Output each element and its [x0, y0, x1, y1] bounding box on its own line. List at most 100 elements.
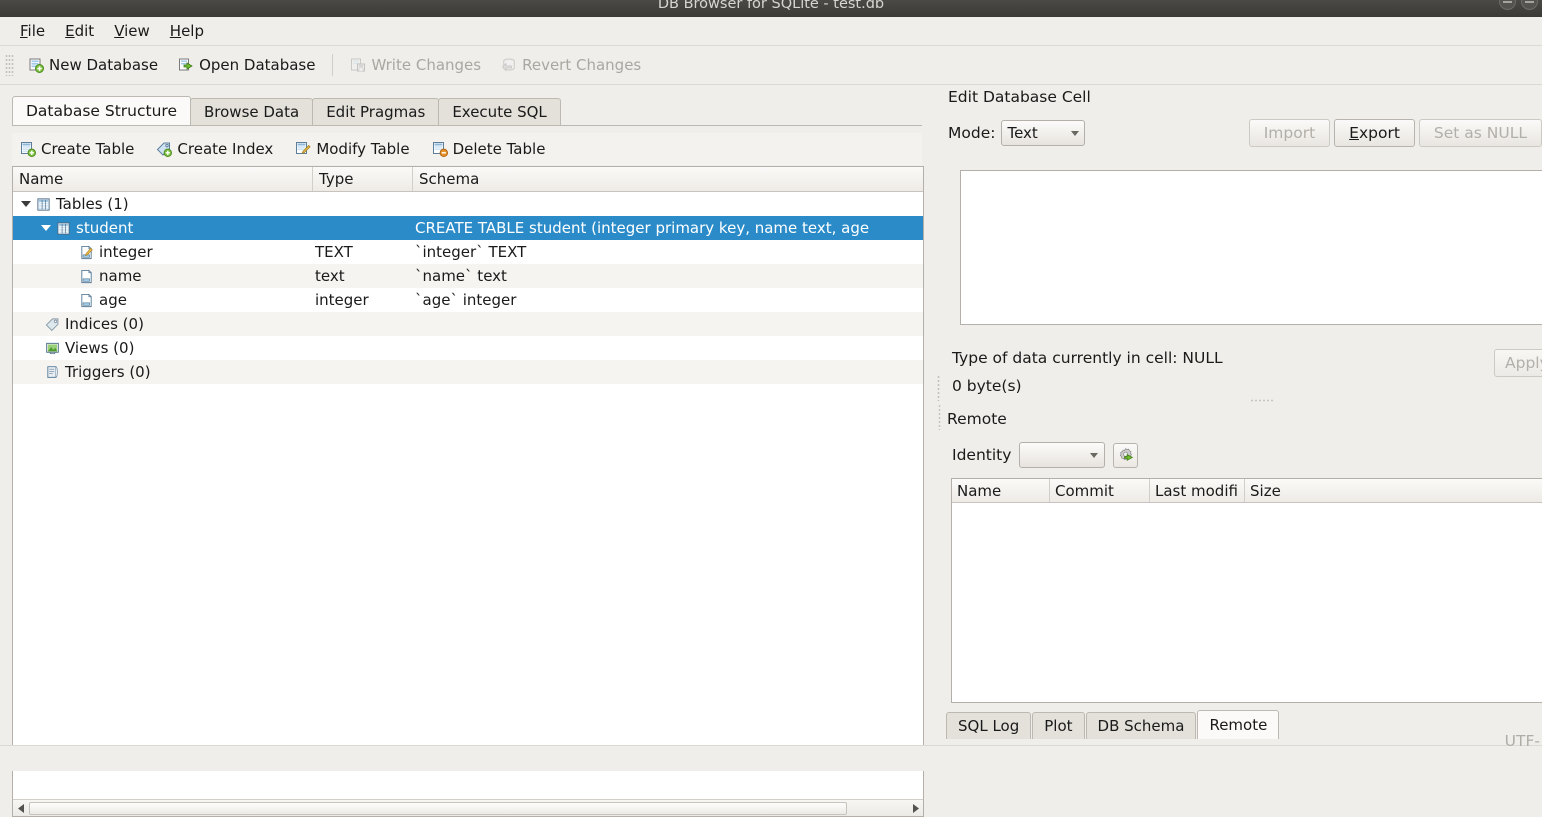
tree-cell-name: Indices (0): [13, 315, 313, 333]
tree-column-name[interactable]: Name: [13, 167, 313, 191]
tree-column-type[interactable]: Type: [313, 167, 413, 191]
table-row[interactable]: name text `name` text: [13, 264, 923, 288]
toolbar-separator: [332, 54, 333, 76]
chevron-down-icon[interactable]: [21, 201, 31, 207]
delete-table-button[interactable]: Delete Table: [424, 137, 554, 161]
title-bar: DB Browser for SQLite - test.db: [0, 0, 1542, 17]
table-row[interactable]: student CREATE TABLE student (integer pr…: [13, 216, 923, 240]
tree-cell-type: text: [313, 267, 413, 285]
tab-execute-sql[interactable]: Execute SQL: [438, 98, 560, 125]
menu-help[interactable]: Help: [160, 19, 214, 43]
import-label: Import: [1264, 124, 1315, 142]
tab-database-structure[interactable]: Database Structure: [12, 96, 191, 125]
cell-action-buttons: Import Export Set as NULL: [1249, 119, 1542, 147]
bottom-tab-db-schema-label: DB Schema: [1098, 717, 1185, 735]
chevron-down-icon: [1071, 131, 1079, 136]
horizontal-splitter-grip[interactable]: [1250, 399, 1274, 402]
tree-cell-name: age: [13, 291, 313, 309]
menu-view[interactable]: View: [104, 19, 160, 43]
menu-file[interactable]: File: [10, 19, 55, 43]
tab-browse-data[interactable]: Browse Data: [190, 98, 313, 125]
tree-horizontal-scrollbar[interactable]: [13, 799, 923, 816]
table-row[interactable]: Views (0): [13, 336, 923, 360]
maximize-icon[interactable]: [1521, 0, 1538, 10]
new-database-label: New Database: [49, 56, 158, 74]
delete-table-icon: [432, 141, 448, 157]
export-button[interactable]: Export: [1334, 119, 1415, 147]
bottom-tab-plot[interactable]: Plot: [1032, 712, 1084, 739]
database-structure-tree[interactable]: Name Type Schema: [12, 166, 924, 817]
bottom-tab-remote[interactable]: Remote: [1197, 710, 1279, 739]
edit-database-cell-title: Edit Database Cell: [948, 88, 1091, 106]
table-row[interactable]: age integer `age` integer: [13, 288, 923, 312]
tab-browse-data-label: Browse Data: [204, 103, 299, 121]
scroll-left-icon[interactable]: [13, 800, 29, 816]
write-changes-icon: [350, 57, 366, 73]
scrollbar-thumb[interactable]: [29, 802, 847, 815]
modify-table-button[interactable]: Modify Table: [287, 137, 417, 161]
table-icon: [56, 221, 71, 236]
menu-bar: File Edit View Help: [0, 17, 1542, 46]
remote-column-commit[interactable]: Commit: [1050, 479, 1150, 502]
cell-size-label: 0 byte(s): [952, 372, 1223, 400]
create-table-icon: [20, 141, 36, 157]
table-row[interactable]: integer TEXT `integer` TEXT: [13, 240, 923, 264]
remote-column-name[interactable]: Name: [952, 479, 1050, 502]
remote-column-size[interactable]: Size: [1245, 479, 1542, 502]
bottom-tab-remote-label: Remote: [1209, 716, 1267, 734]
scroll-right-icon[interactable]: [907, 800, 923, 816]
apply-button[interactable]: Apply: [1494, 349, 1542, 377]
remote-column-last-modified[interactable]: Last modifi: [1150, 479, 1245, 502]
tab-underline: [12, 125, 922, 126]
create-table-button[interactable]: Create Table: [12, 137, 142, 161]
cell-type-label: Type of data currently in cell: NULL: [952, 344, 1223, 372]
import-button[interactable]: Import: [1249, 119, 1330, 147]
window-controls[interactable]: [1499, 0, 1538, 10]
tree-column-schema[interactable]: Schema: [413, 167, 923, 191]
write-changes-button[interactable]: Write Changes: [340, 53, 491, 77]
refresh-remote-button[interactable]: [1113, 443, 1138, 468]
tree-node-label: student: [76, 219, 133, 237]
table-row[interactable]: Triggers (0): [13, 360, 923, 384]
bottom-tab-plot-label: Plot: [1044, 717, 1072, 735]
tab-database-structure-label: Database Structure: [26, 102, 177, 120]
modify-table-icon: [295, 141, 311, 157]
table-row[interactable]: Indices (0): [13, 312, 923, 336]
scrollbar-track[interactable]: [29, 801, 907, 816]
minimize-icon[interactable]: [1499, 0, 1516, 10]
new-database-button[interactable]: New Database: [18, 53, 168, 77]
bottom-tab-db-schema[interactable]: DB Schema: [1086, 712, 1197, 739]
primary-key-field-icon: [79, 245, 94, 260]
revert-changes-button[interactable]: Revert Changes: [491, 53, 651, 77]
table-row[interactable]: Tables (1): [13, 192, 923, 216]
tree-node-label: Views (0): [65, 339, 134, 357]
tree-cell-name: Triggers (0): [13, 363, 313, 381]
bottom-tab-sql-log[interactable]: SQL Log: [946, 712, 1031, 739]
create-index-icon: [156, 141, 172, 157]
cell-editor-textarea[interactable]: [960, 170, 1542, 325]
open-database-icon: [178, 57, 194, 73]
tree-cell-name: student: [13, 219, 313, 237]
left-panel: Database Structure Browse Data Edit Prag…: [0, 85, 934, 771]
modify-table-label: Modify Table: [316, 140, 409, 158]
tree-cell-schema: `integer` TEXT: [413, 243, 923, 261]
create-index-button[interactable]: Create Index: [148, 137, 281, 161]
field-icon: [79, 293, 94, 308]
refresh-remote-icon: [1117, 447, 1134, 464]
open-database-button[interactable]: Open Database: [168, 53, 325, 77]
remote-files-table[interactable]: Name Commit Last modifi Size: [951, 478, 1542, 703]
tab-edit-pragmas[interactable]: Edit Pragmas: [312, 98, 439, 125]
tree-node-label: Tables (1): [56, 195, 129, 213]
toolbar-grip[interactable]: [5, 54, 14, 76]
chevron-down-icon[interactable]: [41, 225, 51, 231]
create-table-label: Create Table: [41, 140, 134, 158]
set-as-null-button[interactable]: Set as NULL: [1419, 119, 1542, 147]
menu-edit[interactable]: Edit: [55, 19, 104, 43]
mode-select[interactable]: Text: [1001, 120, 1085, 146]
apply-label: Apply: [1505, 354, 1542, 372]
remote-dock-grip[interactable]: [938, 404, 941, 430]
tree-cell-schema: CREATE TABLE student (integer primary ke…: [413, 219, 923, 237]
tab-edit-pragmas-label: Edit Pragmas: [326, 103, 425, 121]
main-toolbar: New Database Open Database Write Cha: [0, 46, 1542, 85]
identity-select[interactable]: [1019, 442, 1105, 468]
